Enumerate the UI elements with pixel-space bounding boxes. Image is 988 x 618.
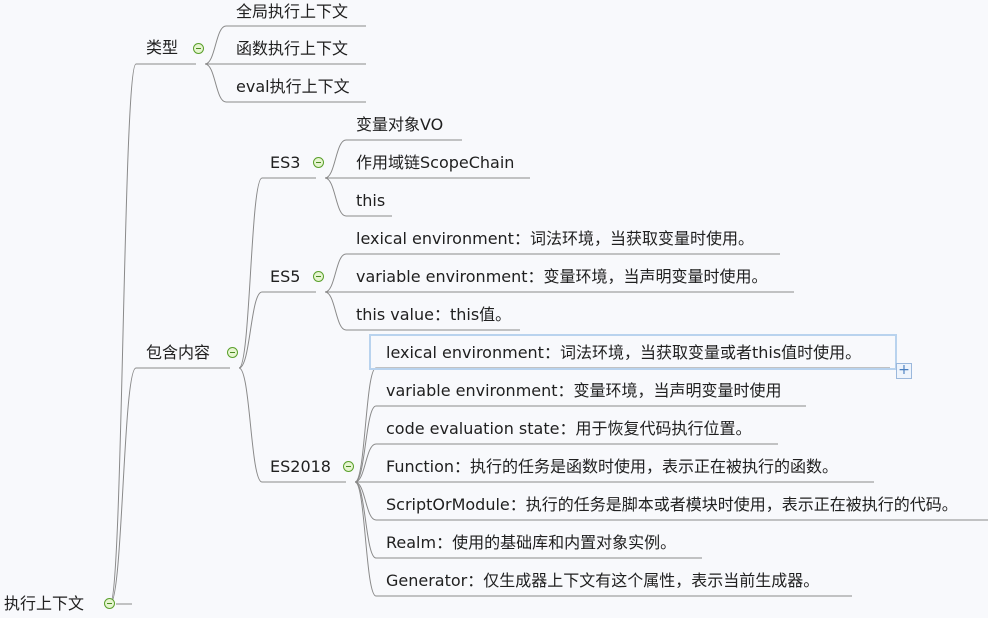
es2018-item-generator[interactable]: Generator：仅生成器上下文有这个属性，表示当前生成器。 (386, 571, 819, 591)
es3-node[interactable]: ES3 (270, 153, 300, 173)
connector-line (109, 63, 196, 605)
type-item-global[interactable]: 全局执行上下文 (236, 2, 348, 22)
root-collapse-toggle[interactable] (104, 598, 115, 609)
es3-item-scopechain[interactable]: 作用域链ScopeChain (356, 153, 514, 173)
es2018-item-realm[interactable]: Realm：使用的基础库和内置对象实例。 (386, 533, 676, 553)
es5-node[interactable]: ES5 (270, 267, 300, 287)
es2018-node[interactable]: ES2018 (270, 457, 331, 477)
es5-item-lexical[interactable]: lexical environment：词法环境，当获取变量时使用。 (356, 229, 754, 249)
type-item-eval[interactable]: eval执行上下文 (236, 77, 350, 97)
types-collapse-toggle[interactable] (193, 43, 204, 54)
es3-item-this[interactable]: this (356, 191, 385, 211)
es2018-item-function[interactable]: Function：执行的任务是函数时使用，表示正在被执行的函数。 (386, 457, 838, 477)
add-child-button[interactable]: + (896, 363, 912, 379)
type-item-function[interactable]: 函数执行上下文 (236, 39, 348, 59)
es2018-item-lexical[interactable]: lexical environment：词法环境，当获取变量或者this值时使用… (386, 343, 861, 363)
es5-collapse-toggle[interactable] (313, 271, 324, 282)
es2018-collapse-toggle[interactable] (343, 461, 354, 472)
root-node[interactable]: 执行上下文 (4, 594, 84, 614)
es2018-item-code-eval[interactable]: code evaluation state：用于恢复代码执行位置。 (386, 419, 751, 439)
types-node[interactable]: 类型 (146, 38, 178, 58)
connector-line (238, 291, 316, 369)
es3-item-vo[interactable]: 变量对象VO (356, 115, 443, 135)
es2018-item-variable[interactable]: variable environment：变量环境，当声明变量时使用 (386, 381, 782, 401)
es5-item-thisvalue[interactable]: this value：this值。 (356, 305, 511, 325)
es2018-item-script-module[interactable]: ScriptOrModule：执行的任务是脚本或者模块时使用，表示正在被执行的代… (386, 495, 958, 515)
contents-collapse-toggle[interactable] (227, 347, 238, 358)
connector-line (109, 367, 230, 605)
es3-collapse-toggle[interactable] (313, 157, 324, 168)
es5-item-variable[interactable]: variable environment：变量环境，当声明变量时使用。 (356, 267, 768, 287)
contents-node[interactable]: 包含内容 (146, 343, 210, 363)
